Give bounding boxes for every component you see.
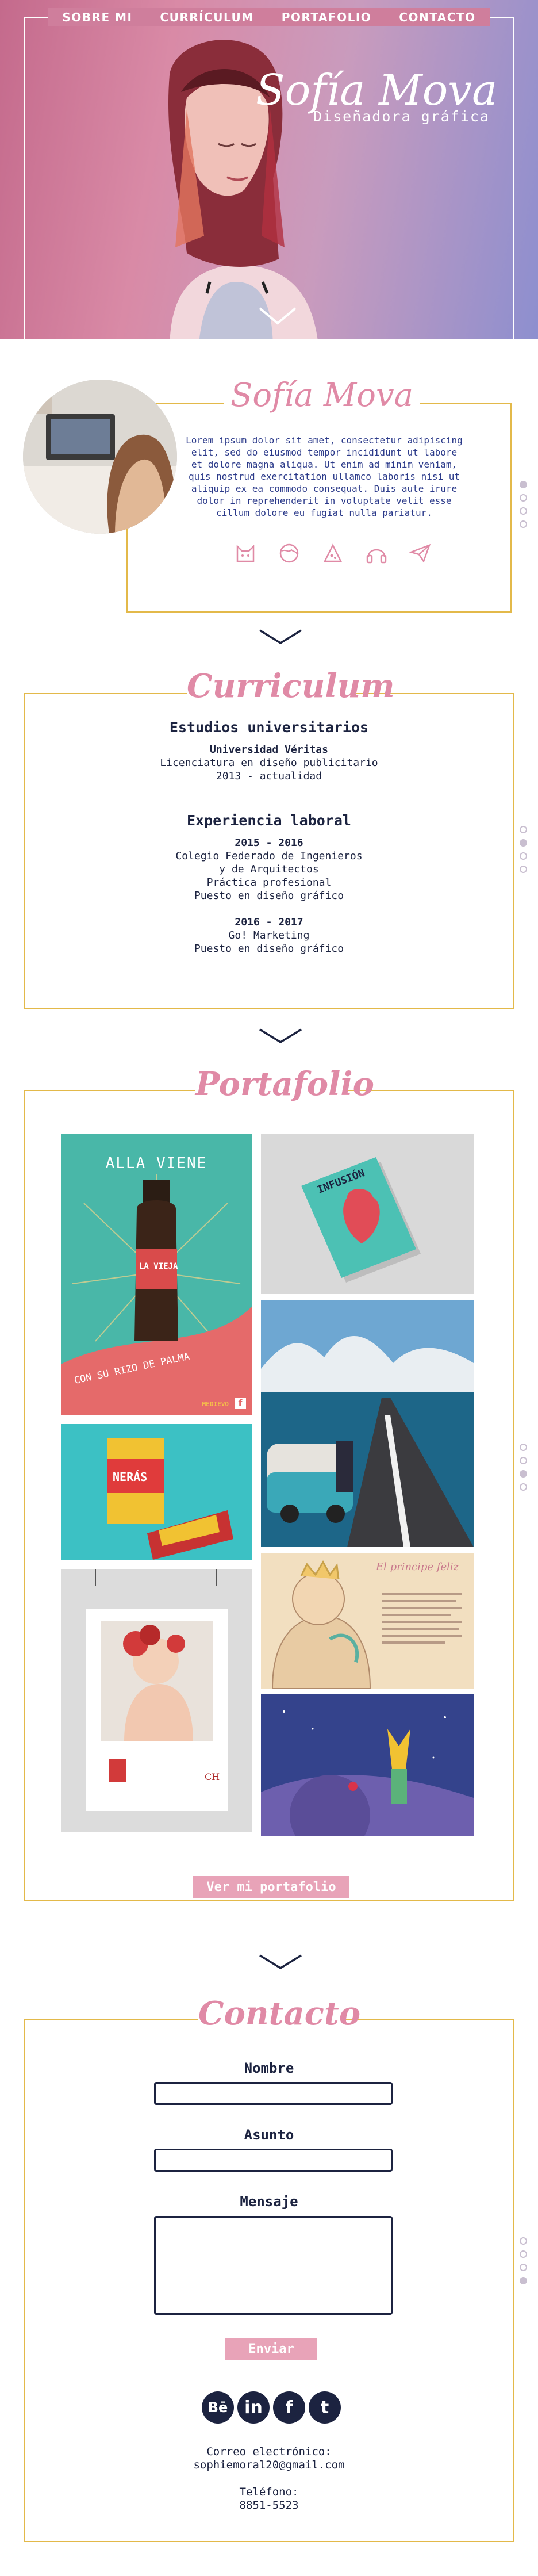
pizza-icon <box>320 541 345 566</box>
nav-dot-3[interactable] <box>520 507 527 515</box>
main-nav: SOBRE MI CURRÍCULUM PORTAFOLIO CONTACTO <box>0 8 538 26</box>
portfolio-item-beer[interactable]: ALLA VIENE LA VIEJA CON SU RIZO DE PALMA… <box>61 1134 252 1415</box>
job-line: Colegio Federado de Ingenieros <box>175 850 363 862</box>
send-button[interactable]: Enviar <box>225 2338 317 2360</box>
poster-mockup <box>86 1569 228 1811</box>
prince-illustration <box>271 1560 462 1689</box>
education-years: 2013 - actualidad <box>216 770 322 782</box>
headphones-icon <box>364 541 389 566</box>
section-dots-about <box>520 481 527 528</box>
nav-portafolio[interactable]: PORTAFOLIO <box>267 8 386 26</box>
view-portfolio-button[interactable]: Ver mi portafolio <box>193 1876 349 1898</box>
nav-dot-3[interactable] <box>520 852 527 860</box>
message-field[interactable] <box>154 2216 393 2315</box>
chevron-down-icon[interactable] <box>258 1027 303 1044</box>
portfolio-item-illustration[interactable]: El principe feliz <box>261 1553 474 1689</box>
email-value[interactable]: sophiemoral20@gmail.com <box>0 2459 538 2472</box>
little-prince-illustration <box>261 1694 474 1836</box>
portfolio-title: Portafolio <box>195 1065 374 1111</box>
portfolio-item-night[interactable] <box>261 1694 474 1836</box>
social-links: Bē in f t <box>202 2391 341 2424</box>
name-field[interactable] <box>154 2082 393 2105</box>
experience-block: Experiencia laboral 2015 - 2016 Colegio … <box>24 812 514 955</box>
job-line: Puesto en diseño gráfico <box>194 943 344 955</box>
nav-curriculum[interactable]: CURRÍCULUM <box>146 8 268 26</box>
snack-packaging <box>107 1438 233 1560</box>
chevron-down-icon[interactable] <box>258 1953 303 1970</box>
education-heading: Estudios universitarios <box>169 719 369 736</box>
job-line: Go! Marketing <box>228 929 310 941</box>
education-school: Universidad Véritas <box>210 744 328 756</box>
facebook-icon: f <box>235 1398 246 1409</box>
about-text: Lorem ipsum dolor sit amet, consectetur … <box>186 435 463 518</box>
about-photo <box>23 380 177 534</box>
twitter-icon[interactable]: t <box>309 2391 341 2424</box>
subject-label: Asunto <box>244 2127 294 2143</box>
hero-section: SOBRE MI CURRÍCULUM PORTAFOLIO CONTACTO … <box>0 0 538 339</box>
nav-dot-4[interactable] <box>520 2277 527 2284</box>
nav-dot-2[interactable] <box>520 2250 527 2258</box>
road-photo <box>261 1300 474 1547</box>
message-label: Mensaje <box>240 2194 298 2210</box>
nav-dot-3[interactable] <box>520 2264 527 2271</box>
nav-dot-2[interactable] <box>520 494 527 502</box>
phone-label: Teléfono: <box>239 2486 299 2498</box>
section-dots-contact <box>520 2237 527 2284</box>
nav-dot-3[interactable] <box>520 1470 527 1478</box>
nav-contacto[interactable]: CONTACTO <box>385 8 490 26</box>
contact-title: Contacto <box>198 1995 360 2041</box>
nav-dot-1[interactable] <box>520 481 527 488</box>
name-label: Nombre <box>244 2060 294 2076</box>
experience-heading: Experiencia laboral <box>187 812 351 829</box>
beer-maker: MEDIEVO <box>202 1400 229 1408</box>
job-line: Puesto en diseño gráfico <box>194 890 344 902</box>
book-mockup <box>301 1157 421 1283</box>
about-title: Sofía Mova <box>224 377 420 423</box>
paper-plane-icon <box>408 541 433 566</box>
portfolio-item-book[interactable]: INFUSIÓN <box>261 1134 474 1294</box>
snack-brand: NERÁS <box>113 1470 148 1484</box>
email-label: Correo electrónico: <box>206 2445 332 2458</box>
nav-dot-1[interactable] <box>520 826 527 833</box>
nav-dot-1[interactable] <box>520 1444 527 1451</box>
education-block: Estudios universitarios Universidad Véri… <box>24 719 514 783</box>
curriculum-title: Curriculum <box>187 667 395 713</box>
chevron-down-icon[interactable] <box>258 305 298 328</box>
portfolio-item-road[interactable] <box>261 1300 474 1547</box>
education-degree: Licenciatura en diseño publicitario <box>160 757 378 769</box>
behance-icon[interactable]: Bē <box>202 2391 234 2424</box>
about-icons <box>233 541 433 566</box>
portfolio-item-snack[interactable]: NERÁS <box>61 1424 252 1560</box>
nav-dot-2[interactable] <box>520 1457 527 1464</box>
section-dots-portfolio <box>520 1444 527 1491</box>
hero-subtitle: Diseñadora gráfica <box>313 108 490 125</box>
section-dots-curriculum <box>520 826 527 873</box>
globe-icon <box>276 541 302 566</box>
beer-brand: LA VIEJA <box>139 1262 178 1271</box>
job-line: Práctica profesional <box>206 876 332 889</box>
illustration-title: El principe feliz <box>376 1561 459 1573</box>
portfolio-item-poster[interactable]: CH <box>61 1569 252 1832</box>
job-line: y de Arquitectos <box>219 863 319 875</box>
poster-brand: CH <box>205 1771 220 1782</box>
phone-value: 8851-5523 <box>239 2499 299 2512</box>
nav-dot-4[interactable] <box>520 866 527 873</box>
subject-field[interactable] <box>154 2149 393 2172</box>
linkedin-icon[interactable]: in <box>237 2391 270 2424</box>
nav-dot-2[interactable] <box>520 839 527 847</box>
nav-dot-4[interactable] <box>520 1483 527 1491</box>
nav-sobre-mi[interactable]: SOBRE MI <box>48 8 147 26</box>
nav-dot-1[interactable] <box>520 2237 527 2245</box>
job-years: 2016 - 2017 <box>235 916 303 928</box>
chevron-down-icon[interactable] <box>258 628 303 645</box>
beer-slogan-top: ALLA VIENE <box>105 1155 207 1172</box>
nav-dot-4[interactable] <box>520 520 527 528</box>
hero-name: Sofía Mova <box>256 66 498 115</box>
cat-icon <box>233 541 258 566</box>
facebook-icon[interactable]: f <box>273 2391 305 2424</box>
job-years: 2015 - 2016 <box>235 837 303 849</box>
